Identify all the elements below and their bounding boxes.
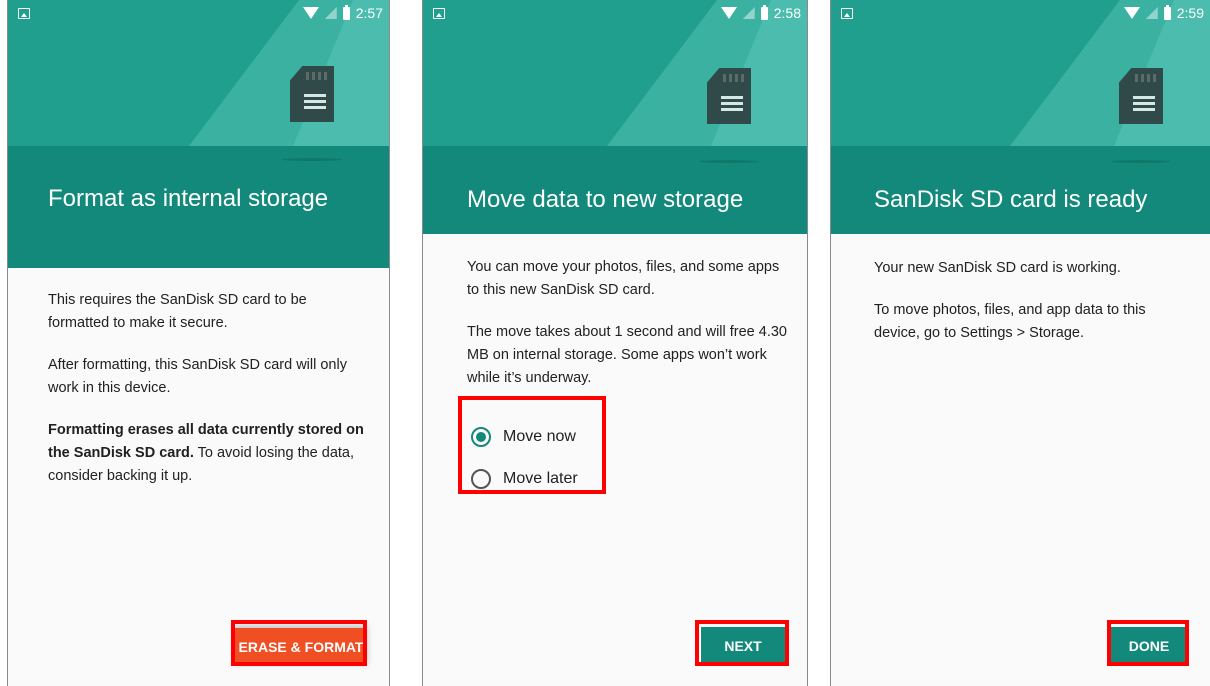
signal-icon [1145, 7, 1158, 19]
sd-card-icon [707, 68, 751, 124]
image-notification-icon [841, 8, 853, 19]
page-title: SanDisk SD card is ready [874, 186, 1148, 213]
wifi-icon [720, 7, 737, 19]
header-banner: 2:58 Move data to new storage [423, 0, 807, 234]
description: This requires the SanDisk SD card to be … [48, 289, 369, 507]
description-paragraph: After formatting, this SanDisk SD card w… [48, 357, 347, 396]
screen-card-ready: 2:59 SanDisk SD card is ready Your new S… [830, 0, 1210, 686]
options-highlight-box [458, 396, 606, 494]
description-paragraph: You can move your photos, files, and som… [467, 259, 780, 298]
wifi-icon [1123, 7, 1140, 19]
image-notification-icon [18, 8, 30, 19]
header-banner: 2:57 Format as internal storage [8, 0, 389, 268]
status-time: 2:59 [1176, 5, 1204, 21]
battery-icon [760, 4, 768, 20]
warning-paragraph: Formatting erases all data currently sto… [48, 419, 369, 488]
description: You can move your photos, files, and som… [467, 256, 787, 409]
status-time: 2:58 [773, 5, 801, 21]
image-notification-icon [433, 8, 445, 19]
description-paragraph: This requires the SanDisk SD card to be … [48, 292, 307, 331]
page-title: Move data to new storage [467, 186, 744, 213]
screen-format-internal: 2:57 Format as internal storage This req… [7, 0, 390, 686]
description-paragraph: Your new SanDisk SD card is working. [874, 260, 1121, 276]
sd-card-icon [1119, 68, 1163, 124]
battery-icon [1163, 4, 1171, 20]
status-bar: 2:59 [831, 0, 1210, 26]
next-button-highlight [695, 620, 789, 666]
status-bar: 2:58 [423, 0, 807, 26]
signal-icon [742, 7, 755, 19]
description-paragraph: To move photos, files, and app data to t… [874, 302, 1146, 341]
status-bar: 2:57 [8, 0, 389, 26]
header-banner: 2:59 SanDisk SD card is ready [831, 0, 1210, 234]
screen-move-data: 2:58 Move data to new storage You can mo… [422, 0, 808, 686]
signal-icon [324, 7, 337, 19]
battery-icon [342, 4, 350, 20]
erase-button-highlight [231, 620, 367, 666]
page-title: Format as internal storage [48, 185, 329, 212]
description-paragraph: The move takes about 1 second and will f… [467, 324, 787, 386]
done-button-highlight [1107, 620, 1189, 666]
description: Your new SanDisk SD card is working. To … [874, 257, 1190, 364]
status-time: 2:57 [355, 5, 383, 21]
sd-card-icon [290, 66, 334, 122]
wifi-icon [302, 7, 319, 19]
